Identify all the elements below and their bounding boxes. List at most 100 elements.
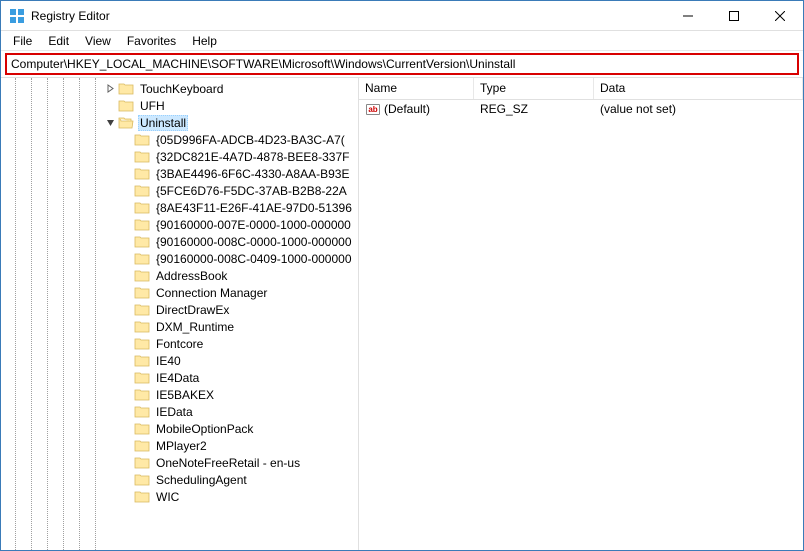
folder-icon bbox=[134, 337, 150, 351]
expander-placeholder bbox=[119, 337, 133, 351]
folder-icon bbox=[134, 201, 150, 215]
expander-placeholder bbox=[119, 218, 133, 232]
expander-placeholder bbox=[119, 473, 133, 487]
folder-icon bbox=[134, 286, 150, 300]
address-path: Computer\HKEY_LOCAL_MACHINE\SOFTWARE\Mic… bbox=[11, 57, 515, 71]
menu-favorites[interactable]: Favorites bbox=[119, 32, 184, 50]
folder-icon bbox=[134, 473, 150, 487]
titlebar: Registry Editor bbox=[1, 1, 803, 31]
address-bar[interactable]: Computer\HKEY_LOCAL_MACHINE\SOFTWARE\Mic… bbox=[5, 53, 799, 75]
values-panel[interactable]: Name Type Data ab(Default)REG_SZ(value n… bbox=[359, 78, 803, 550]
tree-item[interactable]: UFH bbox=[1, 97, 359, 114]
values-body: ab(Default)REG_SZ(value not set) bbox=[359, 100, 803, 118]
value-name-cell: ab(Default) bbox=[359, 101, 474, 117]
tree-item[interactable]: IE5BAKEX bbox=[1, 386, 359, 403]
menu-help[interactable]: Help bbox=[184, 32, 225, 50]
tree-item[interactable]: Connection Manager bbox=[1, 284, 359, 301]
tree-item[interactable]: {32DC821E-4A7D-4878-BEE8-337F bbox=[1, 148, 359, 165]
tree-item[interactable]: DXM_Runtime bbox=[1, 318, 359, 335]
folder-icon bbox=[118, 99, 134, 113]
tree-panel[interactable]: TouchKeyboard UFH Uninstall{05D996FA-ADCB-… bbox=[1, 78, 359, 550]
tree-item[interactable]: {05D996FA-ADCB-4D23-BA3C-A7( bbox=[1, 131, 359, 148]
folder-icon bbox=[134, 133, 150, 147]
expander-placeholder bbox=[119, 167, 133, 181]
folder-icon bbox=[134, 354, 150, 368]
expander-placeholder bbox=[119, 184, 133, 198]
close-button[interactable] bbox=[757, 1, 803, 30]
value-name: (Default) bbox=[384, 102, 430, 116]
folder-open-icon bbox=[118, 116, 134, 130]
folder-icon bbox=[134, 235, 150, 249]
folder-icon bbox=[134, 184, 150, 198]
tree-item[interactable]: IE4Data bbox=[1, 369, 359, 386]
column-name[interactable]: Name bbox=[359, 78, 474, 99]
column-type[interactable]: Type bbox=[474, 78, 594, 99]
expander-placeholder bbox=[119, 354, 133, 368]
tree-item-label: Uninstall bbox=[138, 115, 188, 131]
expander-placeholder bbox=[119, 490, 133, 504]
tree-item[interactable]: IEData bbox=[1, 403, 359, 420]
tree-item[interactable]: IE40 bbox=[1, 352, 359, 369]
tree-item-label: Fontcore bbox=[154, 337, 205, 351]
folder-icon bbox=[134, 388, 150, 402]
minimize-button[interactable] bbox=[665, 1, 711, 30]
tree-item-label: SchedulingAgent bbox=[154, 473, 249, 487]
tree-item[interactable]: {90160000-008C-0409-1000-000000 bbox=[1, 250, 359, 267]
menu-file[interactable]: File bbox=[5, 32, 40, 50]
column-data[interactable]: Data bbox=[594, 78, 803, 99]
tree-item[interactable]: TouchKeyboard bbox=[1, 80, 359, 97]
folder-icon bbox=[134, 269, 150, 283]
folder-icon bbox=[134, 405, 150, 419]
tree-item-label: DXM_Runtime bbox=[154, 320, 236, 334]
tree-item-label: {8AE43F11-E26F-41AE-97D0-51396 bbox=[154, 201, 354, 215]
folder-icon bbox=[118, 82, 134, 96]
tree-item[interactable]: DirectDrawEx bbox=[1, 301, 359, 318]
content-area: TouchKeyboard UFH Uninstall{05D996FA-ADCB-… bbox=[1, 77, 803, 550]
tree-item[interactable]: SchedulingAgent bbox=[1, 471, 359, 488]
expander-placeholder bbox=[119, 371, 133, 385]
chevron-right-icon[interactable] bbox=[103, 82, 117, 96]
tree-item[interactable]: {3BAE4496-6F6C-4330-A8AA-B93E bbox=[1, 165, 359, 182]
tree-item[interactable]: OneNoteFreeRetail - en-us bbox=[1, 454, 359, 471]
folder-icon bbox=[134, 490, 150, 504]
tree-item[interactable]: Fontcore bbox=[1, 335, 359, 352]
tree-item[interactable]: {5FCE6D76-F5DC-37AB-B2B8-22A bbox=[1, 182, 359, 199]
expander-placeholder bbox=[119, 388, 133, 402]
tree-item-label: {32DC821E-4A7D-4878-BEE8-337F bbox=[154, 150, 351, 164]
expander-placeholder bbox=[119, 456, 133, 470]
tree-item-label: IE5BAKEX bbox=[154, 388, 216, 402]
tree-item-label: UFH bbox=[138, 99, 167, 113]
folder-icon bbox=[134, 456, 150, 470]
menu-edit[interactable]: Edit bbox=[40, 32, 77, 50]
tree-item-label: {90160000-008C-0409-1000-000000 bbox=[154, 252, 354, 266]
tree-item-label: Connection Manager bbox=[154, 286, 269, 300]
folder-icon bbox=[134, 167, 150, 181]
tree-item[interactable]: {8AE43F11-E26F-41AE-97D0-51396 bbox=[1, 199, 359, 216]
tree-item-label: MobileOptionPack bbox=[154, 422, 255, 436]
folder-icon bbox=[134, 320, 150, 334]
tree-item-label: IE4Data bbox=[154, 371, 201, 385]
tree-item[interactable]: MobileOptionPack bbox=[1, 420, 359, 437]
tree-item[interactable]: MPlayer2 bbox=[1, 437, 359, 454]
tree-item[interactable]: AddressBook bbox=[1, 267, 359, 284]
registry-editor-window: Registry Editor File Edit View Favorites… bbox=[0, 0, 804, 551]
tree-item[interactable]: Uninstall bbox=[1, 114, 359, 131]
window-title: Registry Editor bbox=[31, 9, 665, 23]
tree-item[interactable]: {90160000-007E-0000-1000-000000 bbox=[1, 216, 359, 233]
folder-icon bbox=[134, 303, 150, 317]
folder-icon bbox=[134, 422, 150, 436]
expander-placeholder bbox=[119, 150, 133, 164]
tree-item[interactable]: {90160000-008C-0000-1000-000000 bbox=[1, 233, 359, 250]
tree-item[interactable]: WIC bbox=[1, 488, 359, 505]
folder-icon bbox=[134, 371, 150, 385]
tree-item-label: {90160000-008C-0000-1000-000000 bbox=[154, 235, 354, 249]
maximize-button[interactable] bbox=[711, 1, 757, 30]
tree-item-label: MPlayer2 bbox=[154, 439, 209, 453]
value-row[interactable]: ab(Default)REG_SZ(value not set) bbox=[359, 100, 803, 118]
window-controls bbox=[665, 1, 803, 30]
expander-placeholder bbox=[119, 320, 133, 334]
menubar: File Edit View Favorites Help bbox=[1, 31, 803, 51]
tree-item-label: TouchKeyboard bbox=[138, 82, 225, 96]
chevron-down-icon[interactable] bbox=[103, 116, 117, 130]
menu-view[interactable]: View bbox=[77, 32, 119, 50]
